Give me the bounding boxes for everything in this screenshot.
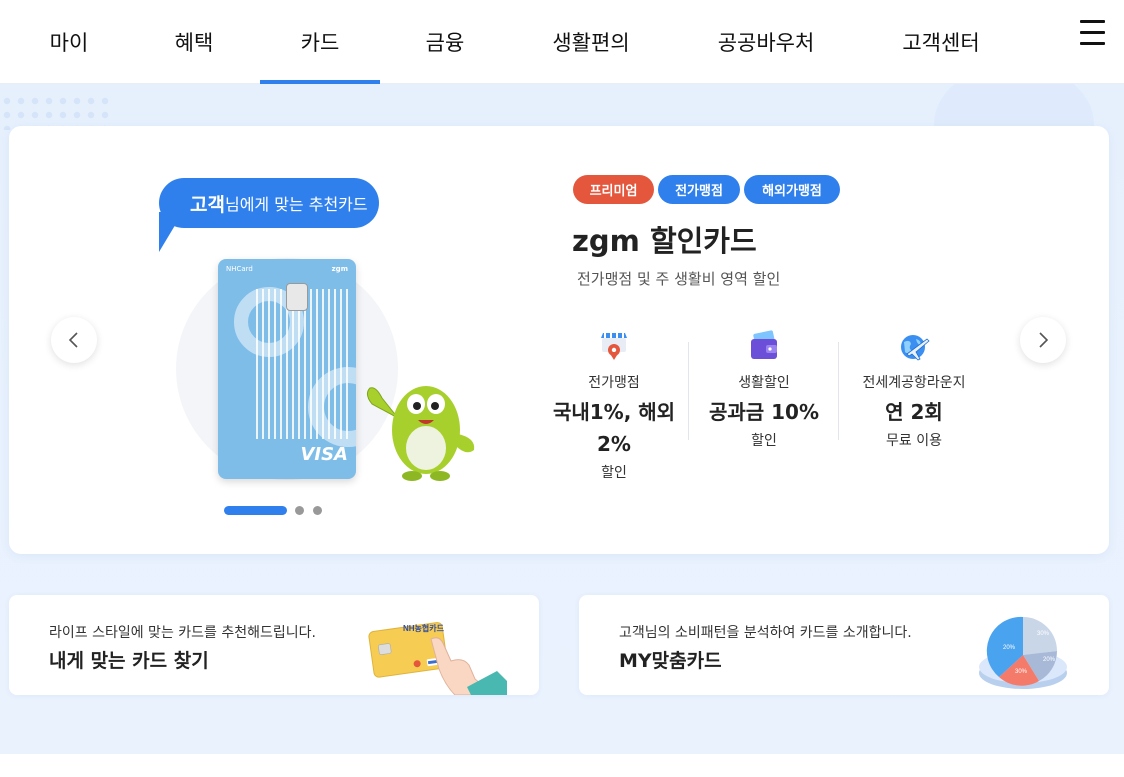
visa-logo: VISA xyxy=(300,444,348,465)
card-chip-icon xyxy=(286,283,308,311)
tab-benefits[interactable]: 혜택 xyxy=(155,0,233,84)
benefit-all-merchants: 전가맹점 국내1%, 해외 2% 할인 xyxy=(544,330,684,482)
pagination-dot-active[interactable] xyxy=(224,506,287,515)
chart-label: 30% xyxy=(1037,631,1050,637)
hamburger-menu-icon[interactable] xyxy=(1078,18,1108,48)
chevron-left-icon xyxy=(68,332,78,348)
chart-label: 20% xyxy=(1043,657,1056,663)
find-my-card-promo[interactable]: 라이프 스타일에 맞는 카드를 추천해드립니다. 내게 맞는 카드 찾기 NH농… xyxy=(9,595,539,695)
benefit-subtext: 무료 이용 xyxy=(886,433,942,449)
benefit-divider xyxy=(838,342,839,440)
tag-premium: 프리미엄 xyxy=(573,175,654,204)
tag-all-merchants: 전가맹점 xyxy=(658,175,740,204)
benefit-subtext: 할인 xyxy=(751,433,777,449)
promo-subtitle: 고객님의 소비패턴을 분석하여 카드를 소개합니다. xyxy=(619,625,912,641)
tab-finance[interactable]: 금융 xyxy=(406,0,484,84)
card-product-logo: zgm xyxy=(331,265,348,273)
promo-subtitle: 라이프 스타일에 맞는 카드를 추천해드립니다. xyxy=(49,625,316,641)
bubble-bold-text: 고객 xyxy=(190,193,225,216)
benefit-airport-lounge: 전세계공항라운지 연 2회 무료 이용 xyxy=(844,330,984,450)
benefit-title: 전세계공항라운지 xyxy=(862,375,966,391)
promo-card-label: NH농협카드 xyxy=(403,623,445,633)
benefit-title: 생활할인 xyxy=(738,375,790,391)
promo-title: 내게 맞는 카드 찾기 xyxy=(49,650,209,672)
chevron-right-icon xyxy=(1039,332,1049,348)
card-with-hand-icon: NH농협카드 xyxy=(368,622,507,695)
benefit-divider xyxy=(688,342,689,440)
wallet-icon xyxy=(751,330,777,359)
card-brand-text: NHCard xyxy=(226,265,253,273)
benefit-title: 전가맹점 xyxy=(588,375,640,391)
tab-customer-center[interactable]: 고객센터 xyxy=(890,0,992,84)
next-slide-button[interactable] xyxy=(1020,317,1066,363)
tab-life-convenience[interactable]: 생활편의 xyxy=(540,0,642,84)
pagination-dot[interactable] xyxy=(295,506,304,515)
card-description: 전가맹점 및 주 생활비 영역 할인 xyxy=(577,270,781,288)
bubble-text: 님에게 맞는 추천카드 xyxy=(224,195,368,214)
tab-public-voucher[interactable]: 공공바우처 xyxy=(705,0,827,84)
mascot-character-icon xyxy=(366,386,475,481)
benefit-subtext: 할인 xyxy=(601,465,627,481)
tab-card[interactable]: 카드 xyxy=(260,0,380,84)
card-image[interactable]: NHCard zgm VISA xyxy=(218,259,356,479)
airplane-globe-icon xyxy=(901,335,930,361)
benefit-value: 2% xyxy=(597,432,631,456)
tab-my[interactable]: 마이 xyxy=(30,0,108,84)
pie-chart-icon: 30% 20% 30% 20% xyxy=(979,616,1067,689)
my-custom-card-promo[interactable]: 고객님의 소비패턴을 분석하여 카드를 소개합니다. MY맞춤카드 30% 20… xyxy=(579,595,1109,695)
recommendation-bubble: 고객 님에게 맞는 추천카드 xyxy=(159,178,379,228)
decorative-dots xyxy=(0,94,110,130)
benefit-living-discount: 생활할인 공과금 10% 할인 xyxy=(694,330,834,450)
card-name[interactable]: zgm 할인카드 xyxy=(572,218,757,260)
prev-slide-button[interactable] xyxy=(51,317,97,363)
chart-label: 20% xyxy=(1003,645,1016,651)
top-navigation: 마이 혜택 카드 금융 생활편의 공공바우처 고객센터 xyxy=(0,0,1124,84)
benefit-value: 연 2회 xyxy=(885,400,943,424)
promo-title: MY맞춤카드 xyxy=(619,650,722,672)
benefit-value: 공과금 10% xyxy=(708,400,820,424)
chart-label: 30% xyxy=(1015,669,1028,675)
store-location-icon xyxy=(601,333,627,360)
tag-overseas-merchants: 해외가맹점 xyxy=(744,175,840,204)
benefit-value: 국내1%, 해외 xyxy=(552,400,676,424)
card-pattern-stripes xyxy=(256,289,352,439)
pagination-dot[interactable] xyxy=(313,506,322,515)
